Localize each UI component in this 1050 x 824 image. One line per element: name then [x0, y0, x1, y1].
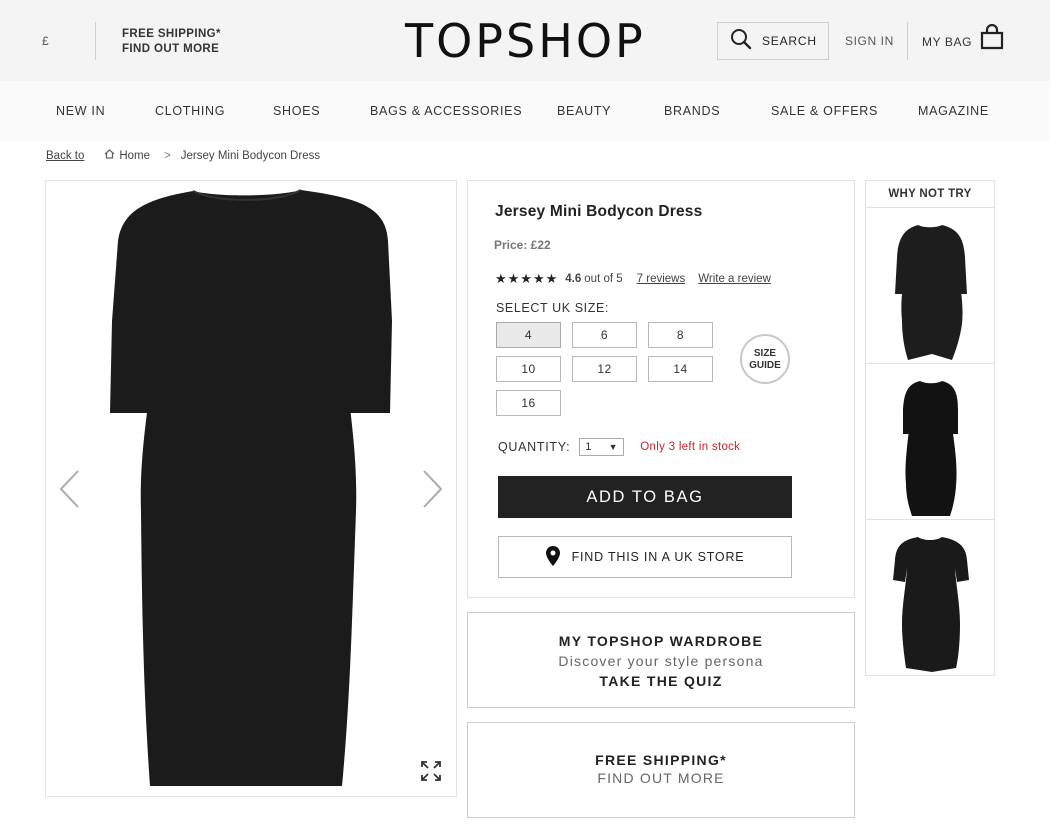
divider	[95, 22, 96, 60]
breadcrumb: Back to Home > Jersey Mini Bodycon Dress	[46, 149, 320, 162]
chevron-left-icon[interactable]	[58, 469, 82, 514]
quantity-select[interactable]: 1 ▼	[579, 438, 625, 456]
search-button[interactable]: SEARCH	[717, 22, 829, 60]
currency-selector[interactable]: £	[42, 34, 49, 48]
sign-in-link[interactable]: SIGN IN	[845, 34, 894, 48]
size-option[interactable]: 6	[572, 322, 637, 348]
quantity-value: 1	[585, 441, 593, 453]
breadcrumb-back-link[interactable]: Back to	[46, 150, 84, 162]
size-guide-line1: SIZE	[753, 348, 777, 359]
shipping-promo-subtitle: FIND OUT MORE	[597, 770, 725, 786]
why-not-try-panel: WHY NOT TRY	[865, 180, 995, 676]
nav-item-sale-offers[interactable]: SALE & OFFERS	[771, 104, 878, 118]
quantity-label: QUANTITY:	[498, 440, 571, 454]
chevron-right-icon[interactable]	[420, 469, 444, 514]
home-icon	[104, 149, 119, 162]
main-nav: NEW IN CLOTHING SHOES BAGS & ACCESSORIES…	[0, 81, 1050, 141]
quantity-row: QUANTITY: 1 ▼ Only 3 left in stock	[498, 438, 740, 456]
shipping-promo-link[interactable]: FREE SHIPPING* FIND OUT MORE	[122, 27, 221, 57]
rating-suffix: out of 5	[584, 273, 623, 285]
wardrobe-promo-title: MY TOPSHOP WARDROBE	[558, 633, 764, 649]
wardrobe-quiz-promo[interactable]: MY TOPSHOP WARDROBE Discover your style …	[467, 612, 855, 708]
breadcrumb-home-link[interactable]: Home	[104, 149, 150, 162]
nav-item-shoes[interactable]: SHOES	[273, 104, 320, 118]
recommended-product-image	[893, 537, 969, 672]
search-label: SEARCH	[762, 34, 817, 48]
find-in-store-button[interactable]: FIND THIS IN A UK STORE	[498, 536, 792, 578]
recommended-product-thumb[interactable]	[866, 520, 994, 676]
wardrobe-promo-subtitle: Discover your style persona	[558, 653, 764, 669]
size-option[interactable]: 8	[648, 322, 713, 348]
nav-item-bags-accessories[interactable]: BAGS & ACCESSORIES	[370, 104, 522, 118]
size-guide-button[interactable]: SIZE GUIDE	[740, 334, 790, 384]
location-pin-icon	[545, 545, 572, 569]
search-icon	[730, 28, 752, 55]
select-size-label: SELECT UK SIZE:	[496, 301, 609, 315]
product-image	[110, 189, 392, 786]
my-bag-button[interactable]: MY BAG	[922, 23, 1004, 55]
recommended-product-image	[895, 225, 967, 360]
star-rating-icon: ★★★★★	[495, 271, 559, 286]
rating-score: 4.6	[565, 273, 582, 285]
product-info-panel: Jersey Mini Bodycon Dress Price: £22 ★★★…	[467, 180, 855, 598]
why-not-try-heading: WHY NOT TRY	[866, 181, 994, 208]
breadcrumb-home-label: Home	[119, 149, 151, 162]
bag-icon	[980, 23, 1004, 55]
write-review-link[interactable]: Write a review	[698, 273, 771, 285]
add-to-bag-button[interactable]: ADD TO BAG	[498, 476, 792, 518]
size-option[interactable]: 10	[496, 356, 561, 382]
size-option[interactable]: 4	[496, 322, 561, 348]
size-option[interactable]: 14	[648, 356, 713, 382]
shipping-promo-line2: FIND OUT MORE	[122, 43, 220, 55]
find-in-store-label: FIND THIS IN A UK STORE	[571, 550, 745, 564]
size-option[interactable]: 16	[496, 390, 561, 416]
nav-item-new-in[interactable]: NEW IN	[56, 104, 105, 118]
nav-item-brands[interactable]: BRANDS	[664, 104, 720, 118]
product-image-viewer[interactable]	[45, 180, 457, 797]
size-option[interactable]: 12	[572, 356, 637, 382]
nav-item-clothing[interactable]: CLOTHING	[155, 104, 225, 118]
shipping-promo-title: FREE SHIPPING*	[595, 752, 727, 768]
breadcrumb-current: Jersey Mini Bodycon Dress	[180, 149, 321, 162]
expand-icon[interactable]	[421, 761, 441, 786]
divider	[907, 22, 908, 60]
reviews-link[interactable]: 7 reviews	[637, 273, 686, 285]
breadcrumb-separator: >	[164, 149, 171, 162]
stock-warning: Only 3 left in stock	[640, 441, 741, 453]
recommended-product-image	[903, 381, 958, 516]
product-title: Jersey Mini Bodycon Dress	[495, 203, 703, 220]
recommended-product-thumb[interactable]	[866, 364, 994, 520]
recommended-product-thumb[interactable]	[866, 208, 994, 364]
top-bar: £ FREE SHIPPING* FIND OUT MORE TOPSHOP S…	[0, 0, 1050, 81]
take-quiz-link: TAKE THE QUIZ	[599, 673, 723, 689]
size-guide-line2: GUIDE	[749, 360, 781, 371]
shipping-promo-box[interactable]: FREE SHIPPING* FIND OUT MORE	[467, 722, 855, 818]
nav-item-magazine[interactable]: MAGAZINE	[918, 104, 989, 118]
shipping-promo-line1: FREE SHIPPING*	[122, 28, 221, 40]
site-logo[interactable]: TOPSHOP	[405, 14, 646, 68]
product-price: Price: £22	[494, 238, 551, 252]
dropdown-arrow-icon: ▼	[608, 442, 619, 452]
nav-item-beauty[interactable]: BEAUTY	[557, 104, 611, 118]
my-bag-label: MY BAG	[922, 35, 973, 49]
product-rating: ★★★★★ 4.6 out of 5 7 reviews Write a rev…	[495, 271, 771, 287]
